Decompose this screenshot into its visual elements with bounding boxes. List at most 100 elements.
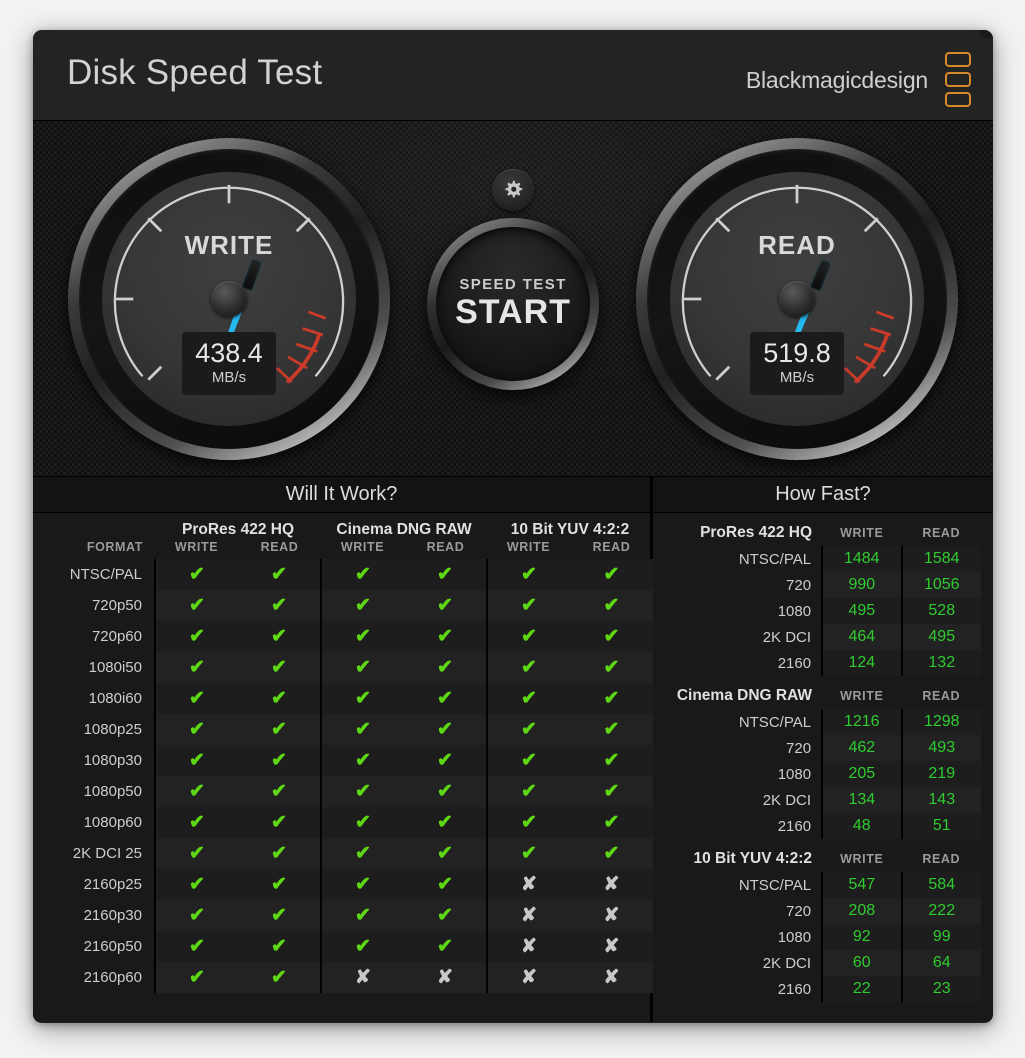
format-label: 2160p50 (83, 938, 142, 955)
pass-check-icon: ✔ (320, 590, 404, 621)
how-fast-section-title: 10 Bit YUV 4:2:2 (693, 850, 813, 867)
write-speed-value: 208 (821, 898, 902, 924)
pass-check-icon: ✔ (154, 776, 238, 807)
pass-check-icon: ✔ (570, 776, 654, 807)
pass-check-icon: ✔ (154, 590, 238, 621)
write-speed-value: 547 (821, 872, 902, 898)
write-gauge-bezel: WRITE 438.4 MB/s (79, 149, 379, 449)
format-label: 2160 (777, 654, 812, 672)
pass-check-icon: ✔ (154, 683, 238, 714)
write-speed-value: 22 (821, 976, 902, 1002)
read-speed-value: 495 (900, 624, 981, 650)
write-gauge: WRITE 438.4 MB/s (68, 138, 390, 460)
close-icon[interactable]: ✕ (980, 30, 993, 38)
pass-check-icon: ✔ (486, 745, 570, 776)
format-label: 1080p25 (83, 721, 142, 738)
pass-check-icon: ✔ (404, 900, 487, 931)
read-gauge-hub (779, 281, 815, 317)
table-row: 1080p25 ✔ ✔ ✔ ✔ ✔ ✔ (33, 714, 654, 745)
read-speed-value: 493 (900, 735, 981, 761)
table-row: 720 208 222 (661, 898, 981, 924)
read-speed-value: 51 (900, 813, 981, 839)
format-label: NTSC/PAL (738, 713, 812, 731)
pass-check-icon: ✔ (320, 621, 404, 652)
brand-wordmark: Blackmagicdesign (745, 67, 928, 93)
fail-cross-icon: ✘ (404, 962, 487, 993)
sub-header-write-0: WRITE (174, 540, 219, 554)
settings-button[interactable] (492, 169, 534, 211)
format-label: 2K DCI (762, 954, 812, 972)
pass-check-icon: ✔ (154, 869, 238, 900)
speed-test-start-button[interactable]: SPEED TEST START (427, 218, 599, 390)
format-label: 2160p30 (83, 907, 142, 924)
format-label: 2160 (777, 980, 812, 998)
pass-check-icon: ✔ (404, 683, 487, 714)
table-row: 1080p50 ✔ ✔ ✔ ✔ ✔ ✔ (33, 776, 654, 807)
format-label: 720p60 (91, 628, 142, 645)
format-label: 720 (786, 902, 812, 920)
pass-check-icon: ✔ (320, 807, 404, 838)
read-gauge-face: READ 519.8 MB/s (670, 172, 924, 426)
fail-cross-icon: ✘ (570, 900, 654, 931)
read-speed-value: 1584 (900, 546, 981, 572)
how-fast-header-row: ProRes 422 HQ WRITE READ (661, 515, 981, 546)
pass-check-icon: ✔ (404, 869, 487, 900)
pass-check-icon: ✔ (404, 559, 487, 590)
format-label: 1080 (777, 765, 812, 783)
pass-check-icon: ✔ (486, 807, 570, 838)
pass-check-icon: ✔ (404, 621, 487, 652)
fail-cross-icon: ✘ (320, 962, 404, 993)
format-label: NTSC/PAL (738, 550, 812, 568)
table-row: 2K DCI 134 143 (661, 787, 981, 813)
table-row: 2K DCI 25 ✔ ✔ ✔ ✔ ✔ ✔ (33, 838, 654, 869)
pass-check-icon: ✔ (320, 931, 404, 962)
pass-check-icon: ✔ (320, 745, 404, 776)
table-row: NTSC/PAL ✔ ✔ ✔ ✔ ✔ ✔ (33, 559, 654, 590)
pass-check-icon: ✔ (570, 807, 654, 838)
pass-check-icon: ✔ (404, 931, 487, 962)
will-it-work-table: ProRes 422 HQ Cinema DNG RAW 10 Bit YUV … (33, 513, 654, 993)
table-row: 1080i50 ✔ ✔ ✔ ✔ ✔ ✔ (33, 652, 654, 683)
how-fast-table: 10 Bit YUV 4:2:2 WRITE READ NTSC/PAL 547 584 7… (661, 841, 981, 1002)
pass-check-icon: ✔ (320, 683, 404, 714)
how-fast-section-title: Cinema DNG RAW (676, 687, 813, 704)
table-row: NTSC/PAL 547 584 (661, 872, 981, 898)
pass-check-icon: ✔ (238, 745, 321, 776)
pass-check-icon: ✔ (486, 683, 570, 714)
read-speed-value: 99 (900, 924, 981, 950)
read-speed-value: 132 (900, 650, 981, 676)
pass-check-icon: ✔ (320, 714, 404, 745)
table-row: 2160p60 ✔ ✔ ✘ ✘ ✘ ✘ (33, 962, 654, 993)
write-speed-value: 1484 (821, 546, 902, 572)
table-row: 720 990 1056 (661, 572, 981, 598)
start-button-inner: SPEED TEST START (436, 227, 590, 381)
format-label: 1080p30 (83, 752, 142, 769)
pass-check-icon: ✔ (154, 559, 238, 590)
pass-check-icon: ✔ (404, 714, 487, 745)
table-row: NTSC/PAL 1216 1298 (661, 709, 981, 735)
how-fast-table: Cinema DNG RAW WRITE READ NTSC/PAL 1216 1298 7… (661, 678, 981, 839)
format-label: NTSC/PAL (69, 566, 142, 583)
write-gauge-label: WRITE (184, 230, 274, 260)
table-row: NTSC/PAL 1484 1584 (661, 546, 981, 572)
pass-check-icon: ✔ (154, 621, 238, 652)
write-speed-value: 990 (821, 572, 902, 598)
group-header-2: 10 Bit YUV 4:2:2 (510, 521, 630, 538)
will-it-work-heading: Will It Work? (33, 477, 650, 513)
read-gauge: READ 519.8 MB/s (636, 138, 958, 460)
pass-check-icon: ✔ (404, 776, 487, 807)
how-fast-read-header: READ (922, 689, 961, 703)
table-row: 720p50 ✔ ✔ ✔ ✔ ✔ ✔ (33, 590, 654, 621)
how-fast-table: ProRes 422 HQ WRITE READ NTSC/PAL 1484 1584 72… (661, 515, 981, 676)
will-it-work-panel: Will It Work? ProRes 422 HQ Cinema DNG R… (33, 477, 654, 1022)
table-row: 1080 92 99 (661, 924, 981, 950)
fail-cross-icon: ✘ (570, 931, 654, 962)
format-label: 2K DCI (762, 791, 812, 809)
table-row: 1080 205 219 (661, 761, 981, 787)
read-speed-value: 143 (900, 787, 981, 813)
format-label: 1080 (777, 602, 812, 620)
blackmagicdesign-logo-icon (945, 52, 971, 107)
sub-header-write-2: WRITE (506, 540, 551, 554)
sub-header-write-1: WRITE (340, 540, 385, 554)
titlebar: Disk Speed Test Blackmagicdesign ✕ (33, 30, 993, 121)
